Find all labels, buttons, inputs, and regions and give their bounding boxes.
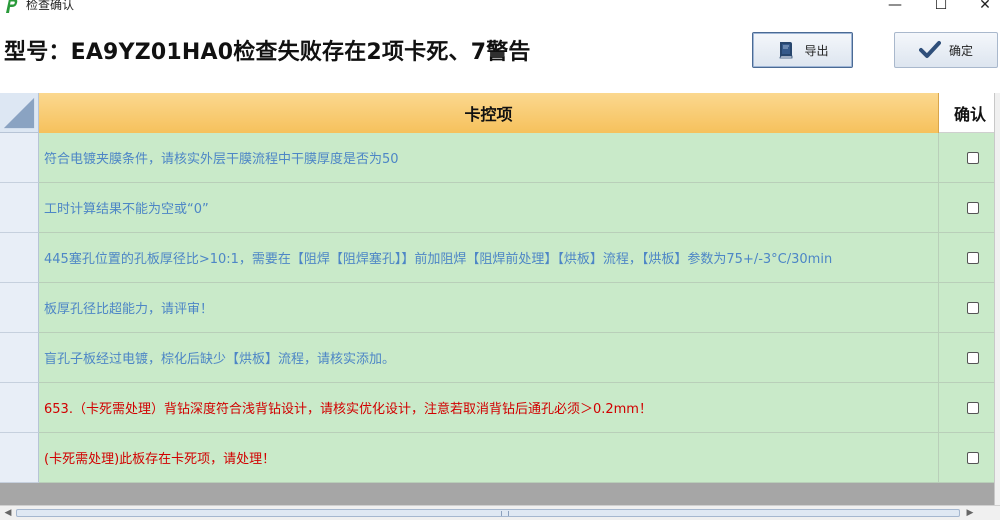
check-item-cell[interactable]: 盲孔子板经过电镀，棕化后缺少【烘板】流程，请核实添加。 xyxy=(39,333,939,383)
check-item-cell[interactable]: 符合电镀夹膜条件，请核实外层干膜流程中干膜厚度是否为50 xyxy=(39,133,939,183)
row-header[interactable] xyxy=(0,133,39,183)
confirm-checkbox[interactable] xyxy=(966,451,979,464)
horizontal-scrollbar[interactable]: ◀ ▶ xyxy=(0,505,1000,520)
row-header[interactable] xyxy=(0,383,39,433)
select-all-corner[interactable] xyxy=(0,93,39,133)
export-label: 导出 xyxy=(804,43,829,58)
confirm-checkbox[interactable] xyxy=(966,301,979,314)
confirm-checkbox[interactable] xyxy=(966,201,979,214)
check-item-cell[interactable]: 板厚孔径比超能力，请评审！ xyxy=(39,283,939,333)
check-item-text: 653.（卡死需处理）背钻深度符合浅背钻设计，请核实优化设计，注意若取消背钻后通… xyxy=(44,402,652,417)
confirm-cell xyxy=(939,283,994,333)
confirm-cell xyxy=(939,333,994,383)
row-header[interactable] xyxy=(0,433,39,483)
maximize-button[interactable]: ☐ xyxy=(926,0,956,14)
page-title: 型号：EA9YZ01HA0检查失败存在2项卡死、7警告 xyxy=(4,40,531,65)
check-item-cell[interactable]: 653.（卡死需处理）背钻深度符合浅背钻设计，请核实优化设计，注意若取消背钻后通… xyxy=(39,383,939,433)
check-confirm-window: 检查确认 — ☐ ✕ 型号：EA9YZ01HA0检查失败存在2项卡死、7警告 导… xyxy=(0,0,1000,520)
vertical-scrollbar[interactable] xyxy=(994,93,1000,505)
confirm-cell xyxy=(939,383,994,433)
window-title: 检查确认 xyxy=(26,0,75,12)
confirm-cell xyxy=(939,433,994,483)
table-row[interactable]: (卡死需处理)此板存在卡死项，请处理！ xyxy=(0,433,994,483)
column-header-confirm[interactable]: 确认 xyxy=(939,93,994,133)
confirm-label: 确定 xyxy=(948,43,973,58)
close-button[interactable]: ✕ xyxy=(970,0,1000,14)
check-item-text: 445塞孔位置的孔板厚径比>10:1，需要在【阻焊【阻焊塞孔】】前加阻焊【阻焊前… xyxy=(44,252,833,267)
scrollbar-grip-icon xyxy=(501,511,509,516)
check-items-grid: 卡控项 确认 符合电镀夹膜条件，请核实外层干膜流程中干膜厚度是否为50 工时计算结… xyxy=(0,93,994,505)
confirm-cell xyxy=(939,133,994,183)
check-item-text: (卡死需处理)此板存在卡死项，请处理！ xyxy=(44,452,276,467)
confirm-checkbox[interactable] xyxy=(966,401,979,414)
confirm-cell xyxy=(939,233,994,283)
confirm-checkbox[interactable] xyxy=(966,251,979,264)
app-logo-icon xyxy=(6,0,18,13)
column-header-item[interactable]: 卡控项 xyxy=(39,93,939,133)
row-header[interactable] xyxy=(0,283,39,333)
confirm-checkbox[interactable] xyxy=(966,151,979,164)
check-item-text: 盲孔子板经过电镀，棕化后缺少【烘板】流程，请核实添加。 xyxy=(44,352,396,367)
table-row[interactable]: 符合电镀夹膜条件，请核实外层干膜流程中干膜厚度是否为50 xyxy=(0,133,994,183)
scroll-left-icon[interactable]: ◀ xyxy=(2,507,14,519)
confirm-checkbox[interactable] xyxy=(966,351,979,364)
row-header[interactable] xyxy=(0,233,39,283)
table-row[interactable]: 653.（卡死需处理）背钻深度符合浅背钻设计，请核实优化设计，注意若取消背钻后通… xyxy=(0,383,994,433)
row-header[interactable] xyxy=(0,183,39,233)
book-icon xyxy=(780,42,793,59)
minimize-button[interactable]: — xyxy=(880,0,910,14)
table-row[interactable]: 板厚孔径比超能力，请评审！ xyxy=(0,283,994,333)
export-button[interactable]: 导出 xyxy=(752,32,853,68)
table-row[interactable]: 盲孔子板经过电镀，棕化后缺少【烘板】流程，请核实添加。 xyxy=(0,333,994,383)
check-item-cell[interactable]: (卡死需处理)此板存在卡死项，请处理！ xyxy=(39,433,939,483)
scroll-right-icon[interactable]: ▶ xyxy=(964,507,976,519)
checkmark-icon xyxy=(918,41,941,58)
scrollbar-thumb[interactable] xyxy=(16,509,960,517)
check-item-text: 符合电镀夹膜条件，请核实外层干膜流程中干膜厚度是否为50 xyxy=(44,152,399,167)
table-row[interactable]: 445塞孔位置的孔板厚径比>10:1，需要在【阻焊【阻焊塞孔】】前加阻焊【阻焊前… xyxy=(0,233,994,283)
check-item-cell[interactable]: 445塞孔位置的孔板厚径比>10:1，需要在【阻焊【阻焊塞孔】】前加阻焊【阻焊前… xyxy=(39,233,939,283)
row-header[interactable] xyxy=(0,333,39,383)
table-row[interactable]: 工时计算结果不能为空或“0” xyxy=(0,183,994,233)
check-item-cell[interactable]: 工时计算结果不能为空或“0” xyxy=(39,183,939,233)
title-bar: 检查确认 — ☐ ✕ xyxy=(0,0,1000,16)
check-item-text: 板厚孔径比超能力，请评审！ xyxy=(44,302,214,317)
confirm-cell xyxy=(939,183,994,233)
confirm-button[interactable]: 确定 xyxy=(894,32,998,68)
check-item-text: 工时计算结果不能为空或“0” xyxy=(44,202,209,217)
